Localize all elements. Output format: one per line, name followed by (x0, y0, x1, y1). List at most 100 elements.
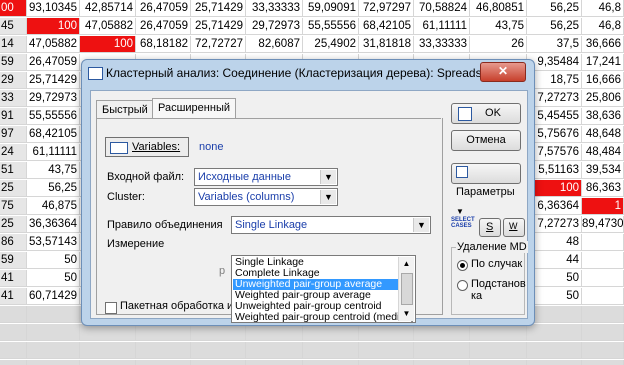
sheet-cell[interactable]: 7,27273 (527, 216, 582, 233)
sheet-cell[interactable]: 47,05882 (27, 36, 80, 53)
sheet-cell[interactable]: 50 (27, 270, 80, 287)
sheet-cell[interactable]: 48,648 (582, 126, 624, 143)
sheet-cell[interactable]: 7,27273 (527, 90, 582, 107)
linkage-option[interactable]: Weighted pair-group average (233, 290, 401, 301)
close-button[interactable]: ✕ (480, 62, 526, 82)
row-index-cell[interactable]: 41 (0, 270, 27, 287)
sheet-cell-empty[interactable] (582, 306, 624, 323)
sheet-cell[interactable]: 36,666 (582, 36, 624, 53)
scroll-thumb[interactable] (401, 273, 413, 305)
sheet-cell[interactable]: 17,241 (582, 54, 624, 71)
linkage-option[interactable]: Unweighted pair-group average (233, 279, 401, 290)
sheet-cell[interactable]: 50 (527, 270, 582, 287)
sheet-cell[interactable]: 44 (527, 252, 582, 269)
sheet-cell[interactable]: 100 (27, 18, 80, 35)
row-index-cell[interactable]: 75 (0, 198, 27, 215)
row-index-cell[interactable]: 25 (0, 180, 27, 197)
scroll-down-icon[interactable]: ▼ (399, 307, 414, 321)
sheet-cell[interactable]: 86,363 (582, 180, 624, 197)
sheet-cell[interactable] (582, 270, 624, 287)
sheet-cell[interactable]: 26,47059 (136, 18, 191, 35)
cluster-select[interactable]: Variables (columns) ▼ (194, 188, 338, 206)
sheet-cell[interactable] (582, 288, 624, 305)
sheet-cell[interactable]: 72,97297 (359, 0, 414, 17)
sheet-cell[interactable]: 56,25 (527, 18, 582, 35)
row-index-cell[interactable]: 00 (0, 0, 27, 17)
sheet-cell[interactable]: 29,72973 (27, 90, 80, 107)
sheet-cell[interactable]: 50 (527, 288, 582, 305)
sheet-cell[interactable] (582, 234, 624, 251)
sheet-cell[interactable]: 93,10345 (27, 0, 80, 17)
row-index-cell[interactable]: 97 (0, 126, 27, 143)
sheet-cell[interactable]: 100 (527, 180, 582, 197)
sheet-cell[interactable]: 46,8 (582, 18, 624, 35)
sheet-cell[interactable]: 25,71429 (27, 72, 80, 89)
sheet-cell[interactable]: 26,47059 (136, 0, 191, 17)
parameters-button[interactable]: Параметры ▼ (451, 163, 521, 216)
sheet-cell[interactable]: 9,35484 (527, 54, 582, 71)
sheet-cell[interactable]: 18,75 (527, 72, 582, 89)
sheet-cell[interactable]: 36,36364 (27, 216, 80, 233)
linkage-option[interactable]: Complete Linkage (233, 268, 401, 279)
sheet-cell[interactable]: 26 (470, 36, 527, 53)
ok-button[interactable]: OK (451, 103, 521, 124)
sheet-cell[interactable]: 56,25 (27, 180, 80, 197)
sheet-cell[interactable]: 33,33333 (414, 36, 470, 53)
row-index-cell[interactable]: 59 (0, 252, 27, 269)
sheet-cell[interactable]: 25,71429 (191, 18, 246, 35)
sheet-cell[interactable]: 100 (80, 36, 136, 53)
sheet-cell[interactable]: 53,57143 (27, 234, 80, 251)
sheet-cell[interactable]: 25,806 (582, 90, 624, 107)
sheet-cell[interactable]: 48 (527, 234, 582, 251)
sheet-cell-empty[interactable] (27, 306, 80, 323)
tab-advanced[interactable]: Расширенный (152, 98, 236, 119)
sheet-cell[interactable]: 29,72973 (246, 18, 303, 35)
sheet-cell[interactable]: 82,6087 (246, 36, 303, 53)
tab-quick[interactable]: Быстрый (96, 100, 154, 119)
row-index-cell[interactable]: 91 (0, 108, 27, 125)
linkage-dropdown-list[interactable]: Weighted pair-group centroid (median) Unw… (231, 255, 416, 323)
sheet-cell[interactable]: 43,75 (27, 162, 80, 179)
sheet-cell[interactable]: 5,45455 (527, 108, 582, 125)
row-index-cell[interactable]: 14 (0, 36, 27, 53)
sheet-cell-empty[interactable] (527, 306, 582, 323)
sheet-cell[interactable]: 42,85714 (80, 0, 136, 17)
sheet-cell[interactable]: 25,71429 (191, 0, 246, 17)
sheet-cell[interactable]: 43,75 (470, 18, 527, 35)
sheet-cell[interactable]: 39,534 (582, 162, 624, 179)
sheet-cell[interactable]: 6,36364 (527, 198, 582, 215)
variables-button[interactable]: Variables: (105, 137, 189, 157)
sheet-cell[interactable]: 16,666 (582, 72, 624, 89)
sheet-cell[interactable]: 38,636 (582, 108, 624, 125)
sheet-cell[interactable]: 25,4902 (303, 36, 359, 53)
sheet-cell[interactable]: 1 (582, 198, 624, 215)
sheet-cell[interactable]: 61,11111 (27, 144, 80, 161)
sheet-cell[interactable]: 46,875 (27, 198, 80, 215)
md-option-substitute-radio[interactable] (457, 280, 468, 291)
scroll-up-icon[interactable]: ▲ (399, 257, 414, 271)
sheet-cell[interactable]: 33,33333 (246, 0, 303, 17)
row-index-cell[interactable]: 33 (0, 90, 27, 107)
row-index-cell[interactable]: 59 (0, 54, 27, 71)
dialog-titlebar[interactable]: Кластерный анализ: Соединение (Кластериз… (82, 60, 534, 86)
row-index-cell[interactable]: 45 (0, 18, 27, 35)
sheet-cell[interactable]: 37,5 (527, 36, 582, 53)
row-index-cell[interactable]: 29 (0, 72, 27, 89)
sheet-cell[interactable]: 48,484 (582, 144, 624, 161)
sheet-cell[interactable]: 55,55556 (27, 108, 80, 125)
sheet-cell[interactable]: 68,42105 (27, 126, 80, 143)
row-index-cell[interactable]: 51 (0, 162, 27, 179)
sheet-cell[interactable]: 5,51163 (527, 162, 582, 179)
sheet-cell[interactable]: 70,58824 (414, 0, 470, 17)
row-index-cell[interactable]: 41 (0, 288, 27, 305)
sheet-cell[interactable]: 89,4730 (582, 216, 624, 233)
sheet-cell[interactable] (582, 252, 624, 269)
sheet-cell[interactable]: 5,75676 (527, 126, 582, 143)
sheet-cell[interactable]: 68,18182 (136, 36, 191, 53)
sheet-cell[interactable]: 72,72727 (191, 36, 246, 53)
cancel-button[interactable]: Отмена (451, 130, 521, 151)
row-index-cell[interactable]: 25 (0, 216, 27, 233)
row-index-cell[interactable]: 86 (0, 234, 27, 251)
list-scrollbar[interactable]: ▲ ▼ (398, 257, 414, 321)
batch-processing-checkbox[interactable] (105, 302, 117, 314)
